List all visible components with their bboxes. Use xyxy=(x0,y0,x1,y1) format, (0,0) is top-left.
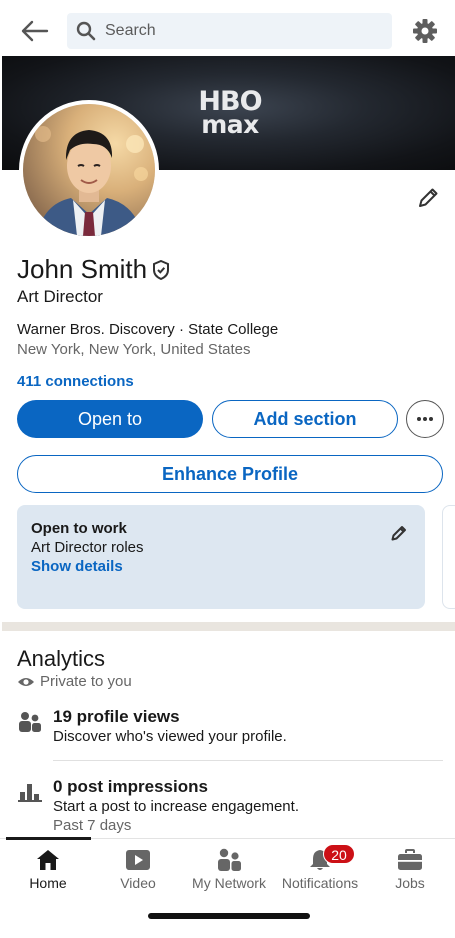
open-to-work-card[interactable]: Open to work Art Director roles Show det… xyxy=(17,505,425,609)
analytics-divider xyxy=(53,760,443,761)
name-row: John Smith xyxy=(17,254,172,285)
network-icon xyxy=(183,847,275,873)
search-icon xyxy=(73,18,99,44)
enhance-profile-button[interactable]: Enhance Profile xyxy=(17,455,443,493)
logo-line-2: max xyxy=(201,110,259,139)
notification-badge: 20 xyxy=(323,844,355,864)
private-visibility: Private to you xyxy=(17,673,132,690)
nav-item-video[interactable]: Video xyxy=(92,839,184,895)
analytics-item-profile-views[interactable]: 19 profile views Discover who's viewed y… xyxy=(17,707,443,751)
more-options-button[interactable] xyxy=(406,400,444,438)
nav-label: Jobs xyxy=(395,875,425,891)
ellipsis-icon xyxy=(417,417,433,421)
analytics-item-note: Past 7 days xyxy=(53,817,132,834)
edit-profile-pencil-icon[interactable] xyxy=(414,184,442,212)
profile-company: Warner Bros. Discovery · State College xyxy=(17,321,279,338)
eye-icon xyxy=(17,675,35,689)
gear-icon[interactable] xyxy=(410,16,440,46)
analytics-item-title: 0 post impressions xyxy=(53,777,208,796)
nav-item-my-network[interactable]: My Network xyxy=(183,839,275,895)
nav-item-home[interactable]: Home xyxy=(2,839,94,895)
home-icon xyxy=(2,847,94,873)
avatar[interactable] xyxy=(19,100,159,240)
profile-headline: Art Director xyxy=(17,287,103,306)
people-icon xyxy=(17,709,43,735)
section-divider xyxy=(2,622,455,631)
open-to-work-roles: Art Director roles xyxy=(31,539,144,556)
nav-item-jobs[interactable]: Jobs xyxy=(364,839,455,895)
profile-location: New York, New York, United States xyxy=(17,341,251,358)
bar-chart-icon xyxy=(17,779,43,805)
search-input[interactable] xyxy=(105,22,365,40)
hbo-max-logo: HBO max xyxy=(195,88,265,138)
open-to-button[interactable]: Open to xyxy=(17,400,203,438)
analytics-item-subtitle: Start a post to increase engagement. xyxy=(53,798,299,815)
search-bar[interactable] xyxy=(67,13,392,49)
open-to-work-title: Open to work xyxy=(31,520,127,537)
briefcase-icon xyxy=(364,847,455,873)
analytics-item-title: 19 profile views xyxy=(53,707,180,726)
analytics-item-subtitle: Discover who's viewed your profile. xyxy=(53,728,287,745)
bottom-nav: Home Video My Network 20 Notifications J… xyxy=(0,837,455,898)
nav-item-notifications[interactable]: 20 Notifications xyxy=(274,839,366,895)
profile-name: John Smith xyxy=(17,254,148,284)
add-section-button[interactable]: Add section xyxy=(212,400,398,438)
top-bar xyxy=(0,0,455,56)
back-arrow-icon[interactable] xyxy=(18,16,52,46)
next-card-peek[interactable] xyxy=(442,505,455,609)
edit-pencil-icon[interactable] xyxy=(387,521,411,545)
analytics-item-post-impressions[interactable]: 0 post impressions Start a post to incre… xyxy=(17,777,443,837)
verified-shield-icon[interactable] xyxy=(152,259,172,281)
private-label: Private to you xyxy=(40,673,132,690)
show-details-link[interactable]: Show details xyxy=(31,558,123,575)
video-icon xyxy=(92,847,184,873)
analytics-title: Analytics xyxy=(17,646,106,671)
home-indicator xyxy=(148,913,310,919)
connections-link[interactable]: 411 connections xyxy=(17,373,134,390)
